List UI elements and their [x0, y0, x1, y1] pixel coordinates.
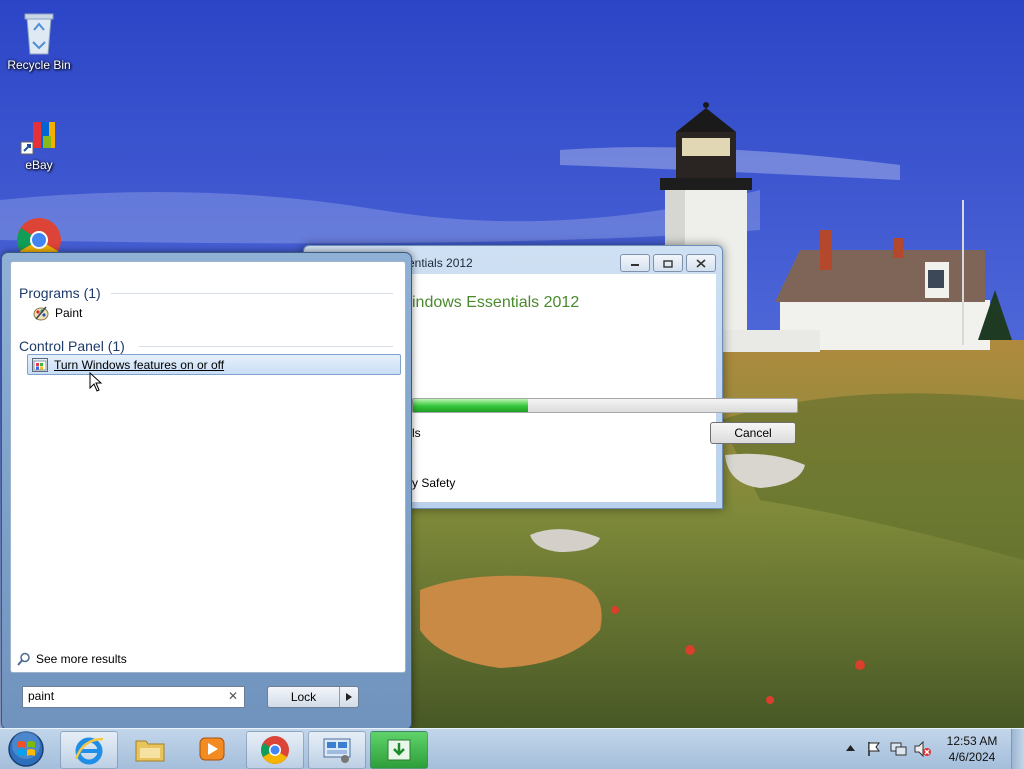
internet-explorer-icon: [74, 737, 104, 765]
window-title: entials 2012: [408, 256, 473, 270]
search-results-pane: Programs (1) Paint Control Panel (1) Tur…: [10, 261, 406, 673]
start-button[interactable]: [6, 730, 46, 768]
power-options-arrow[interactable]: [340, 687, 358, 707]
start-menu[interactable]: Programs (1) Paint Control Panel (1) Tur…: [1, 252, 412, 730]
start-search-box[interactable]: ✕: [22, 686, 245, 708]
chevron-right-icon: [346, 693, 352, 701]
windows-features-icon: [32, 357, 48, 372]
taskbar-internet-explorer[interactable]: [60, 731, 118, 769]
cancel-button[interactable]: Cancel: [710, 422, 796, 444]
show-desktop-button[interactable]: [1011, 729, 1024, 769]
restore-icon: [663, 259, 673, 268]
start-search-input[interactable]: [23, 687, 218, 705]
media-player-icon: [199, 737, 225, 761]
lock-label: Lock: [268, 687, 340, 707]
minimize-button[interactable]: [620, 254, 650, 272]
desktop-icon-ebay[interactable]: eBay: [1, 116, 77, 172]
result-label: Turn Windows features on or off: [54, 357, 225, 372]
installer-item-text: y Safety: [412, 476, 456, 490]
taskbar-clock[interactable]: 12:53 AM 4/6/2024: [940, 733, 1004, 765]
result-turn-windows-features[interactable]: Turn Windows features on or off: [27, 354, 401, 375]
install-progress-fill: [413, 399, 529, 412]
desktop-icon-label: eBay: [25, 158, 53, 172]
maximize-button[interactable]: [653, 254, 683, 272]
installer-heading: indows Essentials 2012: [412, 294, 580, 311]
desktop-icon-recycle-bin[interactable]: Recycle Bin: [1, 8, 77, 72]
installer-icon: [387, 739, 411, 761]
desktop-icon-chrome[interactable]: [1, 216, 77, 256]
taskbar-media-player[interactable]: [184, 731, 240, 767]
search-icon: [17, 652, 30, 666]
close-icon: [696, 258, 706, 268]
ebay-icon: [20, 122, 55, 155]
clock-time: 12:53 AM: [946, 734, 998, 748]
taskbar-installer[interactable]: [370, 731, 428, 769]
taskbar-file-explorer[interactable]: [122, 731, 178, 767]
paint-icon: [33, 306, 49, 321]
clock-date: 4/6/2024: [948, 750, 996, 764]
recycle-bin-icon: [24, 13, 54, 55]
programs-group-header[interactable]: Programs (1): [19, 285, 101, 301]
taskbar-remote-desktop[interactable]: [308, 731, 366, 769]
mouse-cursor-icon: [89, 372, 103, 392]
see-more-results-link[interactable]: See more results: [17, 652, 127, 666]
result-paint[interactable]: Paint: [29, 303, 86, 323]
lock-button[interactable]: Lock: [267, 686, 359, 708]
taskbar: 12:53 AM 4/6/2024: [0, 728, 1024, 769]
chrome-icon: [261, 736, 289, 764]
see-more-label: See more results: [36, 652, 127, 666]
network-icon[interactable]: [890, 741, 908, 757]
file-explorer-icon: [135, 740, 165, 762]
group-divider: [139, 346, 393, 347]
result-label: Paint: [55, 306, 83, 320]
volume-muted-icon[interactable]: [914, 741, 932, 757]
show-hidden-icons-arrow[interactable]: [846, 744, 855, 751]
close-button[interactable]: [686, 254, 716, 272]
install-progress-bar: [412, 398, 798, 413]
remote-desktop-icon: [323, 738, 351, 763]
install-status-text: ls: [412, 426, 421, 440]
chrome-icon: [17, 218, 61, 256]
group-divider: [111, 293, 393, 294]
control-panel-group-header[interactable]: Control Panel (1): [19, 338, 125, 354]
taskbar-chrome[interactable]: [246, 731, 304, 769]
window-caption-buttons: [620, 254, 716, 272]
minimize-icon: [631, 264, 639, 266]
clear-search-icon[interactable]: ✕: [228, 689, 238, 703]
desktop-icon-label: Recycle Bin: [7, 58, 71, 72]
action-center-flag-icon[interactable]: [866, 741, 882, 757]
